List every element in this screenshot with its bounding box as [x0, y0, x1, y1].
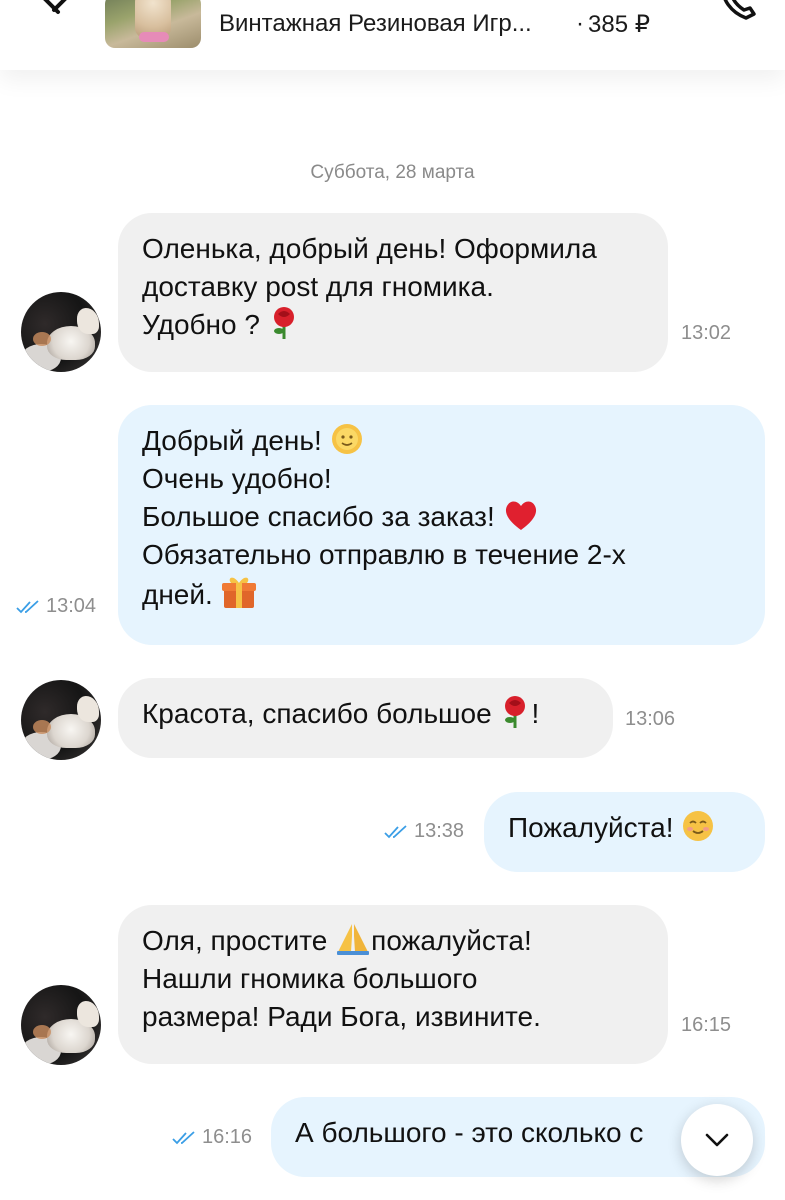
message-text: Оля, простите	[142, 925, 328, 956]
message-time-text: 16:16	[202, 1126, 253, 1148]
incoming-message-bubble[interactable]: Красота, спасибо большое !	[118, 678, 613, 758]
rose-emoji	[273, 307, 294, 339]
message-text: пожалуйста!	[371, 925, 532, 956]
message-time: 13:06	[625, 708, 676, 730]
product-thumbnail[interactable]	[105, 0, 201, 48]
double-check-icon	[172, 1131, 195, 1145]
phone-icon[interactable]	[720, 0, 760, 24]
outgoing-message-bubble[interactable]: Пожалуйста!	[484, 792, 765, 872]
chat-header: Винтажная Резиновая Игр... · 385 ₽	[0, 0, 785, 70]
incoming-message-bubble[interactable]: Оля, простите пожалуйста! Нашли гномика …	[118, 905, 668, 1064]
chevron-down-icon	[705, 1133, 729, 1147]
message-text: Красота, спасибо большое	[142, 698, 492, 729]
gift-emoji	[221, 577, 256, 608]
message-text: А большого - это сколько с	[295, 1117, 644, 1148]
message-text: !	[531, 698, 540, 729]
message-time: 13:04	[16, 595, 96, 618]
rose-emoji	[505, 696, 526, 728]
double-check-icon	[384, 825, 407, 839]
message-text: Оленька, добрый день! Оформила	[142, 233, 597, 264]
avatar[interactable]	[21, 680, 101, 760]
outgoing-message-bubble[interactable]: Добрый день! Очень удобно! Большое спаси…	[118, 405, 765, 645]
message-text: Удобно ?	[142, 309, 260, 340]
incoming-message-bubble[interactable]: Оленька, добрый день! Оформила доставку …	[118, 213, 668, 372]
message-text: Добрый день!	[142, 425, 322, 456]
message-time-text: 13:38	[414, 820, 465, 842]
message-time: 13:02	[681, 322, 732, 344]
message-text: Нашли гномика большого	[142, 963, 478, 994]
scroll-to-bottom-button[interactable]	[681, 1104, 753, 1176]
product-title[interactable]: Винтажная Резиновая Игр...	[219, 10, 532, 38]
message-text: Обязательно отправлю в течение 2-х	[142, 539, 626, 570]
pray-emoji	[337, 924, 370, 955]
sun-emoji	[331, 424, 362, 454]
message-time: 16:15	[681, 1014, 732, 1036]
back-arrow-icon[interactable]	[30, 0, 80, 20]
message-time: 13:38	[384, 820, 464, 843]
avatar[interactable]	[21, 292, 101, 372]
double-check-icon	[16, 600, 39, 614]
title-separator: ·	[576, 10, 584, 37]
heart-emoji	[505, 501, 536, 530]
message-text: Очень удобно!	[142, 463, 332, 494]
message-time-text: 13:04	[46, 595, 97, 617]
product-price: 385 ₽	[588, 11, 650, 38]
avatar[interactable]	[21, 985, 101, 1065]
message-text: дней.	[142, 579, 213, 610]
message-text: размера! Ради Бога, извините.	[142, 1001, 541, 1032]
smile-emoji	[683, 811, 714, 841]
message-text: Большое спасибо за заказ!	[142, 501, 495, 532]
message-time: 16:16	[172, 1126, 252, 1149]
message-text: Пожалуйста!	[508, 812, 674, 843]
message-text: доставку post для гномика.	[142, 271, 494, 302]
date-separator: Суббота, 28 марта	[310, 162, 475, 183]
